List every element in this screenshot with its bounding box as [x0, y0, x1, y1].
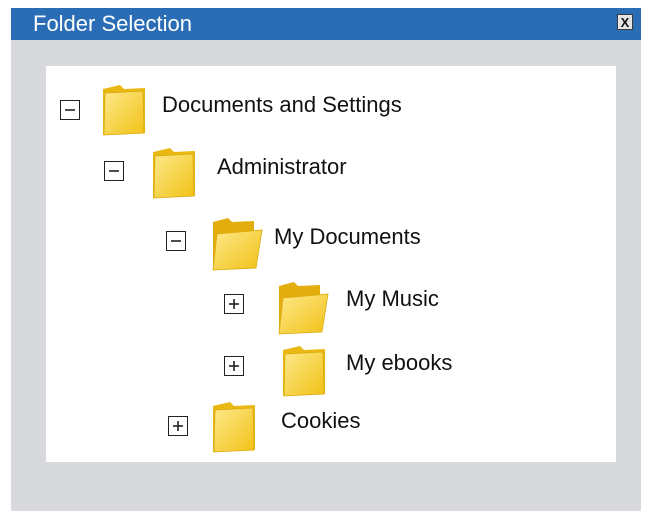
expand-toggle[interactable] — [168, 416, 188, 436]
folder-open-icon — [278, 282, 329, 335]
folder-selection-dialog: Folder Selection X Documents and Setting… — [11, 8, 641, 511]
plus-icon — [173, 421, 183, 431]
tree-node-label[interactable]: Administrator — [217, 154, 347, 180]
minus-icon — [109, 170, 119, 172]
plus-icon — [229, 299, 239, 309]
collapse-toggle[interactable] — [166, 231, 186, 251]
folder-open-icon — [212, 218, 263, 271]
plus-icon — [229, 361, 239, 371]
title-bar: Folder Selection X — [11, 8, 641, 40]
close-icon: X — [620, 14, 630, 30]
folder-tree-panel: Documents and Settings Administrator My … — [46, 66, 616, 462]
expand-toggle[interactable] — [224, 294, 244, 314]
tree-node-label[interactable]: My ebooks — [346, 350, 452, 376]
folder-closed-icon — [153, 148, 195, 199]
tree-node-label[interactable]: My Documents — [274, 224, 421, 250]
minus-icon — [65, 109, 75, 111]
minus-icon — [171, 240, 181, 242]
tree-node-label[interactable]: My Music — [346, 286, 439, 312]
tree-node-label[interactable]: Cookies — [281, 408, 360, 434]
tree-node-label[interactable]: Documents and Settings — [162, 92, 402, 118]
expand-toggle[interactable] — [224, 356, 244, 376]
close-button[interactable]: X — [617, 14, 633, 30]
folder-closed-icon — [283, 346, 325, 397]
folder-closed-icon — [213, 402, 255, 453]
collapse-toggle[interactable] — [60, 100, 80, 120]
folder-closed-icon — [103, 85, 145, 136]
dialog-title: Folder Selection — [33, 11, 192, 36]
collapse-toggle[interactable] — [104, 161, 124, 181]
